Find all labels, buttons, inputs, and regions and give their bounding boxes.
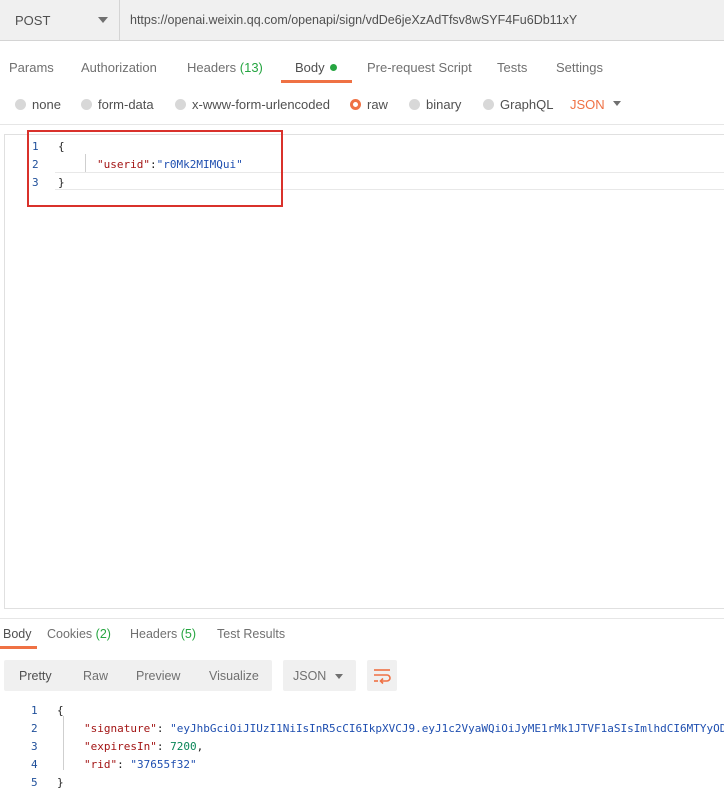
view-mode-group: Pretty Raw Preview Visualize xyxy=(4,660,272,691)
radio-binary[interactable]: binary xyxy=(409,97,461,112)
request-tabs: Params Authorization Headers (13) Body P… xyxy=(0,48,724,84)
chevron-down-icon[interactable] xyxy=(613,101,621,106)
tab-authorization[interactable]: Authorization xyxy=(81,60,157,75)
resp-line-rid: "rid": "37655f32" xyxy=(84,758,197,771)
resp-line-signature: "signature": "eyJhbGciOiJIUzI1NiIsInR5cC… xyxy=(84,722,724,735)
resp-brace-open: { xyxy=(57,704,64,717)
body-format-select[interactable]: JSON xyxy=(570,97,605,112)
divider xyxy=(0,618,724,619)
method-select[interactable]: POST xyxy=(0,0,120,41)
method-label: POST xyxy=(15,13,51,28)
wrap-lines-button[interactable] xyxy=(367,660,397,691)
resp-headers-count: (5) xyxy=(180,627,197,641)
radio-form-data[interactable]: form-data xyxy=(81,97,154,112)
radio-label: none xyxy=(32,97,61,112)
line-number: 1 xyxy=(31,704,38,717)
resp-brace-close: } xyxy=(57,776,64,789)
radio-label: GraphQL xyxy=(500,97,554,112)
line-number: 2 xyxy=(31,722,38,735)
tab-headers-label: Headers xyxy=(187,60,237,75)
radio-none[interactable]: none xyxy=(15,97,61,112)
request-url-bar: POST https://openai.weixin.qq.com/openap… xyxy=(0,0,724,41)
radio-label: x-www-form-urlencoded xyxy=(192,97,330,112)
chevron-down-icon xyxy=(98,17,108,23)
chevron-down-icon xyxy=(335,674,343,679)
resp-line-expires: "expiresIn": 7200, xyxy=(84,740,204,753)
json-key: "signature" xyxy=(84,722,157,735)
radio-circle-icon xyxy=(409,99,420,110)
radio-label: binary xyxy=(426,97,462,112)
resp-tab-headers[interactable]: Headers (5) xyxy=(130,627,196,641)
annotation-highlight-box xyxy=(27,130,283,207)
resp-tab-body[interactable]: Body xyxy=(3,627,32,641)
body-indicator-dot xyxy=(329,64,337,71)
line-number: 3 xyxy=(31,740,38,753)
json-key: "expiresIn" xyxy=(84,740,157,753)
view-raw-button[interactable]: Raw xyxy=(83,669,108,683)
line-number: 4 xyxy=(31,758,38,771)
view-pretty-button[interactable]: Pretty xyxy=(19,669,52,683)
radio-raw[interactable]: raw xyxy=(350,97,388,112)
tab-params[interactable]: Params xyxy=(9,60,54,75)
headers-count: (13) xyxy=(239,60,263,75)
radio-selected-icon xyxy=(350,99,361,110)
resp-tab-cookies[interactable]: Cookies (2) xyxy=(47,627,111,641)
radio-circle-icon xyxy=(15,99,26,110)
tab-settings[interactable]: Settings xyxy=(556,60,603,75)
tab-headers[interactable]: Headers (13) xyxy=(187,60,263,75)
json-key: "rid" xyxy=(84,758,118,771)
view-visualize-button[interactable]: Visualize xyxy=(209,669,259,683)
cookies-count: (2) xyxy=(95,627,111,641)
line-number: 5 xyxy=(31,776,38,789)
tab-prerequest-script[interactable]: Pre-request Script xyxy=(367,60,472,75)
json-value: "eyJhbGciOiJIUzI1NiIsInR5cCI6IkpXVCJ9.ey… xyxy=(170,722,724,735)
active-tab-underline xyxy=(281,80,352,83)
tab-body[interactable]: Body xyxy=(295,60,337,75)
radio-urlencoded[interactable]: x-www-form-urlencoded xyxy=(175,97,330,112)
view-preview-button[interactable]: Preview xyxy=(136,669,180,683)
radio-circle-icon xyxy=(81,99,92,110)
radio-label: raw xyxy=(367,97,388,112)
tab-tests[interactable]: Tests xyxy=(497,60,527,75)
radio-label: form-data xyxy=(98,97,154,112)
json-value: "37655f32" xyxy=(130,758,197,771)
url-input[interactable]: https://openai.weixin.qq.com/openapi/sig… xyxy=(130,13,577,27)
resp-tab-test-results[interactable]: Test Results xyxy=(217,627,285,641)
radio-circle-icon xyxy=(483,99,494,110)
tab-body-label: Body xyxy=(295,60,325,75)
divider xyxy=(0,124,724,125)
resp-active-tab-underline xyxy=(0,646,37,649)
resp-tab-headers-label: Headers xyxy=(130,627,178,641)
indent-guide xyxy=(63,716,64,770)
wrap-lines-icon xyxy=(374,669,391,685)
json-value: 7200 xyxy=(170,740,197,753)
resp-tab-cookies-label: Cookies xyxy=(47,627,93,641)
response-format-select[interactable]: JSON xyxy=(283,660,356,691)
radio-graphql[interactable]: GraphQL xyxy=(483,97,553,112)
radio-circle-icon xyxy=(175,99,186,110)
response-format-label: JSON xyxy=(293,669,327,683)
